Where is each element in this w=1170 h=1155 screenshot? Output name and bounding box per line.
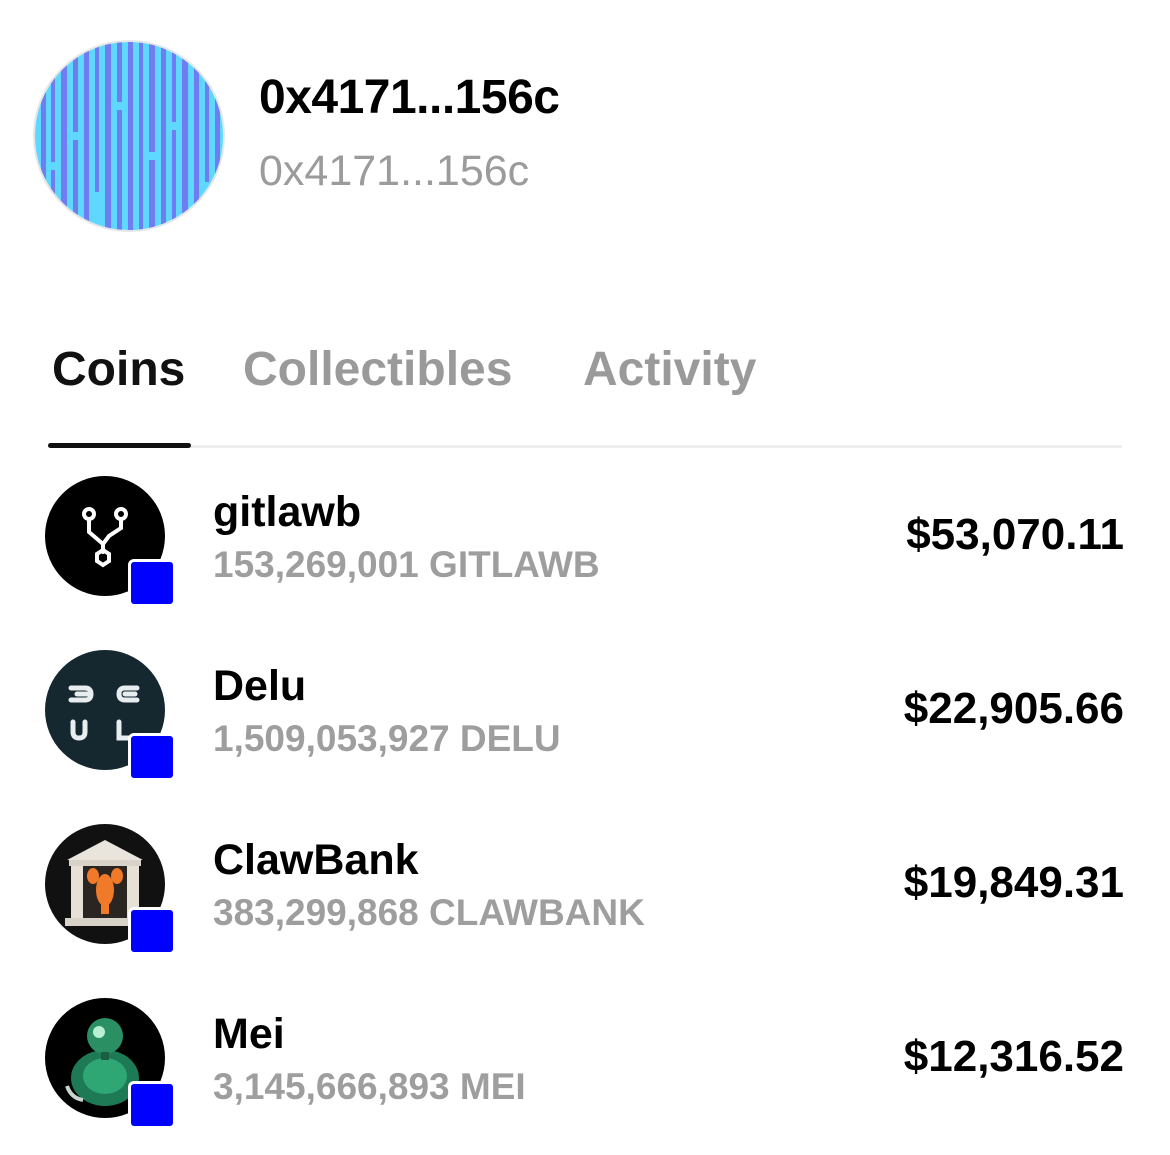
coin-name: gitlawb <box>213 488 362 536</box>
coin-name: ClawBank <box>213 836 419 884</box>
coin-icon-wrap <box>45 998 176 1129</box>
tab-bar: Coins Collectibles Activity <box>48 330 1122 448</box>
coin-value: $19,849.31 <box>903 858 1124 907</box>
base-chain-badge-icon <box>128 1081 176 1129</box>
avatar[interactable] <box>33 40 225 232</box>
coin-name: Delu <box>213 662 307 710</box>
coin-value: $12,316.52 <box>903 1032 1124 1081</box>
coin-row-mei[interactable]: Mei 3,145,666,893 MEI $12,316.52 <box>0 970 1170 1144</box>
coin-balance: 383,299,868 CLAWBANK <box>213 892 645 933</box>
coin-icon-wrap <box>45 650 176 781</box>
coin-balance: 1,509,053,927 DELU <box>213 718 561 759</box>
coin-icon-wrap <box>45 476 176 607</box>
coin-list: gitlawb 153,269,001 GITLAWB $53,070.11 D… <box>0 448 1170 1144</box>
wallet-address-subtitle[interactable]: 0x4171...156c <box>259 145 529 197</box>
coin-name: Mei <box>213 1010 285 1058</box>
tab-collectibles[interactable]: Collectibles <box>243 340 512 400</box>
coin-balance: 153,269,001 GITLAWB <box>213 544 600 585</box>
base-chain-badge-icon <box>128 907 176 955</box>
wallet-address-title: 0x4171...156c <box>259 71 560 124</box>
coin-value: $22,905.66 <box>903 684 1124 733</box>
wallet-screen: 0x4171...156c 0x4171...156c Coins Collec… <box>0 0 1170 1155</box>
base-chain-badge-icon <box>128 733 176 781</box>
coin-icon-wrap <box>45 824 176 955</box>
coin-balance: 3,145,666,893 MEI <box>213 1066 526 1107</box>
coin-value: $53,070.11 <box>906 510 1124 559</box>
tab-activity[interactable]: Activity <box>583 340 756 400</box>
coin-row-gitlawb[interactable]: gitlawb 153,269,001 GITLAWB $53,070.11 <box>0 448 1170 622</box>
tab-coins[interactable]: Coins <box>52 340 185 400</box>
coin-row-delu[interactable]: Delu 1,509,053,927 DELU $22,905.66 <box>0 622 1170 796</box>
striped-identicon-icon <box>35 42 223 230</box>
base-chain-badge-icon <box>128 559 176 607</box>
coin-row-clawbank[interactable]: ClawBank 383,299,868 CLAWBANK $19,849.31 <box>0 796 1170 970</box>
profile-header: 0x4171...156c 0x4171...156c <box>0 0 1170 260</box>
